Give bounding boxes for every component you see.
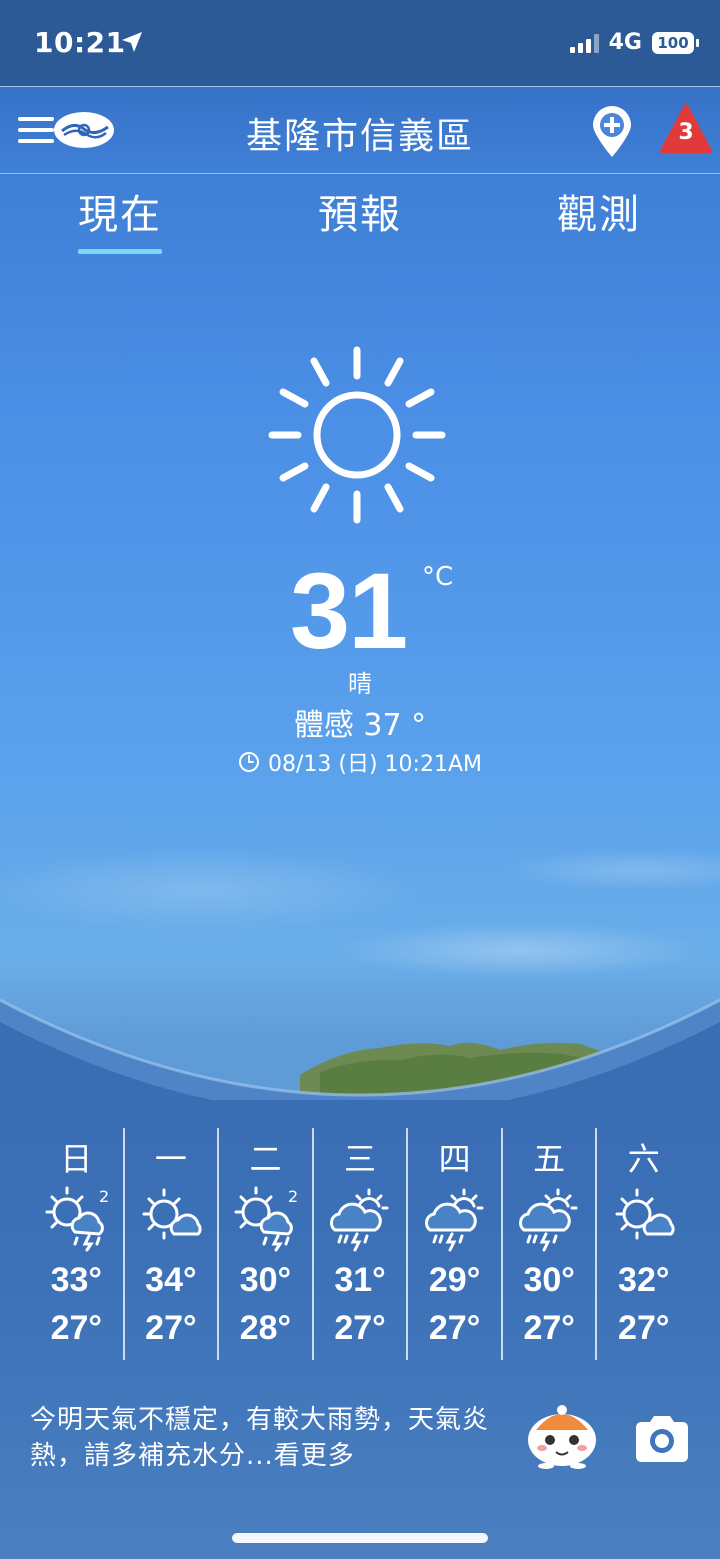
cloud-sun-thunder-icon — [424, 1188, 484, 1252]
tab-forecast[interactable]: 預報 — [280, 182, 440, 250]
day-name: 五 — [533, 1140, 566, 1178]
sun-cloud-icon — [615, 1188, 675, 1240]
day-name: 二 — [249, 1140, 282, 1178]
tab-now[interactable]: 現在 — [40, 182, 200, 254]
sun-cloud-icon — [142, 1188, 202, 1240]
low-temperature: 27° — [334, 1309, 386, 1347]
day-name: 一 — [154, 1140, 187, 1178]
mascot-icon[interactable] — [522, 1400, 602, 1470]
status-bar: 10:21 4G 100 — [0, 0, 720, 86]
forecast-day[interactable]: 四 29° 27° — [408, 1128, 503, 1360]
temperature-unit: °C — [422, 562, 454, 592]
forecast-day[interactable]: 二 2 30° 28° — [219, 1128, 314, 1360]
current-temperature: 31 — [290, 550, 408, 671]
forecast-day[interactable]: 日 2 33° 27° — [30, 1128, 125, 1360]
svg-text:2: 2 — [288, 1187, 298, 1206]
low-temperature: 27° — [145, 1309, 197, 1347]
feels-like: 體感 37 ° — [293, 708, 427, 743]
app-header: 基隆市信義區 3 — [0, 86, 720, 174]
tab-observation[interactable]: 觀測 — [519, 182, 679, 250]
high-temperature: 34° — [145, 1261, 197, 1299]
home-indicator[interactable] — [232, 1533, 488, 1543]
camera-button[interactable] — [632, 1412, 692, 1466]
observation-time: 08/13 (日) 10:21AM — [0, 746, 720, 778]
forecast-day[interactable]: 一 34° 27° — [125, 1128, 220, 1360]
low-temperature: 27° — [50, 1309, 102, 1347]
day-name: 三 — [344, 1140, 377, 1178]
warning-button[interactable]: 3 — [660, 103, 712, 155]
signal-icon — [569, 33, 599, 53]
weather-summary-link[interactable]: 今明天氣不穩定，有較大雨勢，天氣炎熱，請多補充水分...看更多 — [30, 1402, 510, 1474]
high-temperature: 30° — [239, 1261, 292, 1299]
low-temperature: 27° — [428, 1309, 481, 1347]
location-title[interactable]: 基隆市信義區 — [160, 107, 560, 159]
cloud-sun-thunder-icon — [330, 1188, 389, 1252]
network-type: 4G — [608, 30, 642, 55]
weekly-forecast: 日 2 33° 27° 一 34° 27° 二 2 30° 28° 三 31° … — [30, 1128, 690, 1360]
forecast-day[interactable]: 六 32° 27° — [597, 1128, 690, 1360]
forecast-day[interactable]: 三 31° 27° — [314, 1128, 409, 1360]
tab-bar: 現在 預報 觀測 — [0, 182, 720, 254]
sun-cloud-thunder-icon: 2 — [234, 1186, 299, 1252]
day-name: 四 — [438, 1140, 471, 1178]
cloud-sun-thunder-icon — [519, 1188, 578, 1252]
warning-count: 3 — [678, 120, 694, 145]
day-name: 六 — [627, 1140, 660, 1178]
observation-time-text: 08/13 (日) 10:21AM — [268, 752, 482, 777]
forecast-day[interactable]: 五 30° 27° — [503, 1128, 598, 1360]
high-temperature: 32° — [618, 1261, 670, 1299]
day-name: 日 — [60, 1140, 93, 1178]
clock-icon — [239, 752, 259, 772]
menu-button[interactable] — [18, 109, 116, 153]
low-temperature: 27° — [618, 1309, 670, 1347]
battery-icon: 100 — [652, 31, 699, 54]
sun-cloud-thunder-icon: 2 — [45, 1186, 109, 1252]
location-arrow-icon — [122, 32, 142, 52]
high-temperature: 29° — [428, 1261, 481, 1299]
status-time: 10:21 — [34, 26, 126, 59]
low-temperature: 27° — [523, 1309, 575, 1347]
high-temperature: 33° — [50, 1261, 102, 1299]
high-temperature: 30° — [523, 1261, 575, 1299]
condition-text: 晴 — [348, 670, 372, 698]
add-location-button[interactable] — [590, 105, 634, 159]
low-temperature: 28° — [239, 1309, 292, 1347]
svg-text:2: 2 — [99, 1187, 109, 1206]
high-temperature: 31° — [334, 1261, 386, 1299]
sunny-icon — [268, 346, 446, 524]
